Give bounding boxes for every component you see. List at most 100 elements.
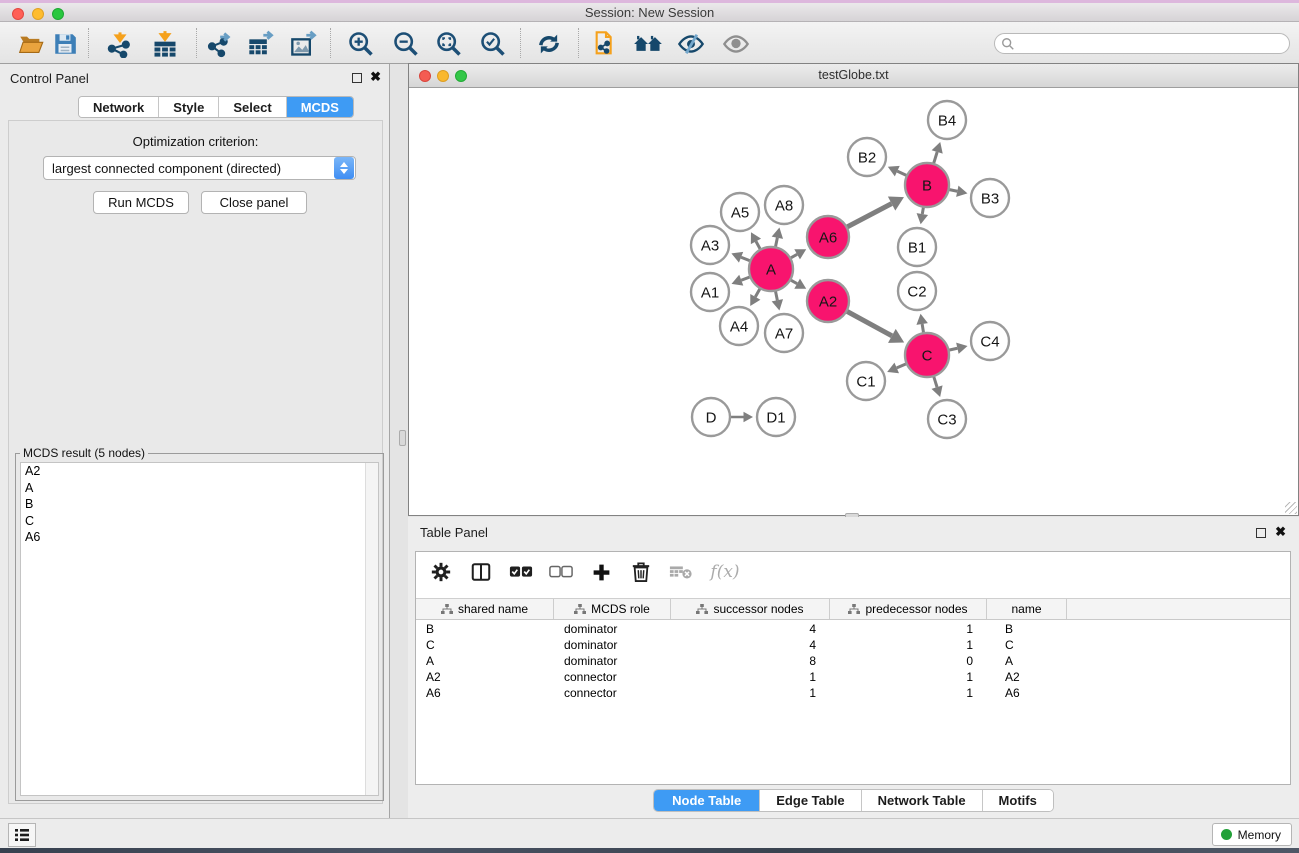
list-scrollbar[interactable]: [365, 463, 378, 795]
import-table-button[interactable]: [150, 29, 180, 59]
search-field[interactable]: [994, 33, 1290, 54]
import-network-button[interactable]: [105, 29, 135, 59]
delete-columns-button[interactable]: [628, 559, 654, 585]
graph-node-label: A: [766, 261, 776, 278]
column-header-shared-name[interactable]: shared name: [416, 599, 554, 619]
table-row[interactable]: A2connector11A2: [416, 669, 1290, 685]
tab-node-table[interactable]: Node Table: [654, 790, 760, 811]
network-window-titlebar[interactable]: testGlobe.txt: [409, 64, 1298, 88]
float-panel-icon[interactable]: [352, 73, 362, 83]
memory-button[interactable]: Memory: [1212, 823, 1292, 846]
mcds-result-item[interactable]: A: [21, 480, 378, 497]
open-session-button[interactable]: [16, 29, 46, 59]
float-table-panel-icon[interactable]: [1256, 528, 1266, 538]
memory-label: Memory: [1238, 828, 1281, 842]
panel-divider-grip-vertical[interactable]: [399, 430, 406, 446]
export-network-button[interactable]: [204, 29, 234, 59]
table-cell: B: [416, 621, 554, 637]
task-history-button[interactable]: [8, 823, 36, 847]
mcds-result-item[interactable]: C: [21, 513, 378, 530]
close-panel-icon[interactable]: ✖: [370, 69, 381, 85]
graph-node-label: A2: [819, 293, 837, 310]
table-cell: 1: [671, 669, 830, 685]
select-all-rows-button[interactable]: [508, 559, 534, 585]
show-column-button[interactable]: [468, 559, 494, 585]
tab-style[interactable]: Style: [159, 97, 219, 117]
tab-motifs[interactable]: Motifs: [983, 790, 1053, 811]
tab-network[interactable]: Network: [79, 97, 159, 117]
zoom-fit-button[interactable]: [434, 29, 464, 59]
column-header-MCDS-role[interactable]: MCDS role: [554, 599, 671, 619]
table-panel: Table Panel ✖: [408, 517, 1299, 818]
first-neighbors-button[interactable]: [633, 29, 663, 59]
table-options-button[interactable]: [428, 559, 454, 585]
hide-selected-button[interactable]: [676, 29, 706, 59]
table-header-row: shared nameMCDS rolesuccessor nodesprede…: [416, 598, 1290, 620]
mcds-result-group: MCDS result (5 nodes) A2ABCA6: [15, 453, 384, 801]
refresh-view-button[interactable]: [534, 29, 564, 59]
trash-icon: [631, 561, 651, 583]
function-builder-button[interactable]: f(x): [708, 559, 742, 585]
export-image-icon: [290, 30, 318, 58]
column-type-icon: [574, 604, 586, 615]
window-resize-grip[interactable]: [1285, 502, 1297, 514]
graph-node-label: C2: [907, 283, 926, 300]
tab-network-table[interactable]: Network Table: [862, 790, 983, 811]
network-canvas-svg[interactable]: AA1A2A3A4A5A6A7A8BB1B2B3B4CC1C2C3C4DD1: [409, 88, 1298, 515]
close-panel-button[interactable]: Close panel: [201, 191, 307, 214]
folder-open-icon: [18, 31, 45, 58]
control-panel-title: Control Panel: [10, 71, 89, 86]
graph-node-label: B: [922, 177, 932, 194]
search-icon: [1001, 37, 1015, 51]
import-network-icon: [106, 30, 134, 58]
tab-select[interactable]: Select: [219, 97, 286, 117]
graph-edge-arrowhead: [772, 228, 783, 239]
column-header-successor-nodes[interactable]: successor nodes: [671, 599, 830, 619]
graph-edge-arrowhead: [744, 412, 754, 423]
import-table-icon: [151, 30, 179, 58]
table-cell: 0: [830, 653, 987, 669]
zoom-in-button[interactable]: [346, 29, 376, 59]
optimization-criterion-label: Optimization criterion:: [9, 134, 382, 149]
table-cell: A: [987, 653, 1067, 669]
export-image-button[interactable]: [289, 29, 319, 59]
toolbar-separator: [196, 28, 197, 58]
save-session-button[interactable]: [50, 29, 80, 59]
column-header-label: name: [1011, 602, 1041, 616]
run-mcds-button[interactable]: Run MCDS: [93, 191, 189, 214]
mcds-result-item[interactable]: A2: [21, 463, 378, 480]
criterion-select[interactable]: largest connected component (directed): [43, 156, 356, 180]
zoom-out-button[interactable]: [391, 29, 421, 59]
table-row[interactable]: Cdominator41C: [416, 637, 1290, 653]
close-table-panel-icon[interactable]: ✖: [1275, 524, 1286, 540]
create-column-button[interactable]: [588, 559, 614, 585]
table-body: Bdominator41BCdominator41CAdominator80AA…: [416, 621, 1290, 784]
new-network-from-selection-button[interactable]: [591, 29, 621, 59]
show-all-button[interactable]: [721, 29, 751, 59]
table-row[interactable]: Bdominator41B: [416, 621, 1290, 637]
mcds-result-list[interactable]: A2ABCA6: [20, 462, 379, 796]
column-header-name[interactable]: name: [987, 599, 1067, 619]
table-row[interactable]: A6connector11A6: [416, 685, 1290, 701]
table-cell: dominator: [554, 621, 671, 637]
search-input[interactable]: [1015, 37, 1289, 51]
tab-mcds[interactable]: MCDS: [287, 97, 353, 117]
delete-table-button[interactable]: [668, 559, 694, 585]
toolbar-separator: [520, 28, 521, 58]
network-canvas[interactable]: AA1A2A3A4A5A6A7A8BB1B2B3B4CC1C2C3C4DD1: [409, 88, 1298, 515]
table-row[interactable]: Adominator80A: [416, 653, 1290, 669]
zoom-selected-button[interactable]: [478, 29, 508, 59]
fx-icon: f(x): [710, 562, 739, 582]
node-table-box: f(x) shared nameMCDS rolesuccessor nodes…: [415, 551, 1291, 785]
mcds-result-item[interactable]: B: [21, 496, 378, 513]
table-cell: C: [416, 637, 554, 653]
tab-edge-table[interactable]: Edge Table: [760, 790, 861, 811]
mcds-result-item[interactable]: A6: [21, 529, 378, 546]
zoom-fit-icon: [435, 30, 463, 58]
deselect-all-rows-button[interactable]: [548, 559, 574, 585]
column-header-predecessor-nodes[interactable]: predecessor nodes: [830, 599, 987, 619]
graph-node-label: B3: [981, 190, 999, 207]
export-table-button[interactable]: [246, 29, 276, 59]
graph-node-label: A8: [775, 197, 793, 214]
column-header-empty: [1067, 599, 1290, 619]
